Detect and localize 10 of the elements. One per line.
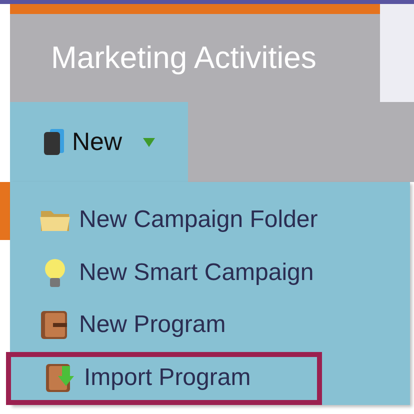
tab-edge — [0, 182, 10, 240]
import-icon — [44, 362, 76, 394]
menu-item[interactable]: New Smart Campaign — [10, 246, 410, 300]
caret-icon — [142, 136, 156, 148]
menu-item[interactable]: New Campaign Folder — [10, 194, 410, 247]
new-button[interactable]: New — [10, 102, 188, 182]
menu-item[interactable]: Import Program — [6, 352, 322, 405]
menu-item[interactable]: New Program — [10, 299, 410, 352]
section-title: Marketing Activities — [51, 40, 316, 76]
book-icon — [44, 129, 66, 155]
